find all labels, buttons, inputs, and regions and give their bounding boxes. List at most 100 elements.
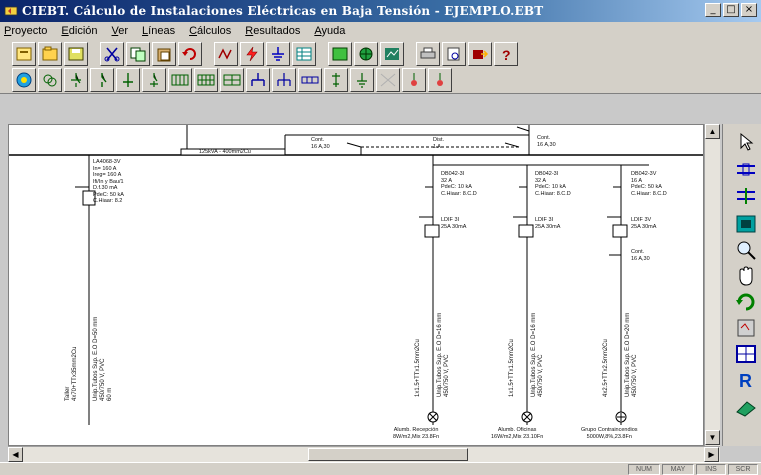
pan-icon[interactable]: [733, 264, 759, 288]
cont-label-1: Cont. 16 A,30: [311, 137, 330, 150]
menu-bar: Proyecto Edición Ver Líneas Cálculos Res…: [0, 22, 761, 40]
close-button[interactable]: ×: [741, 3, 757, 17]
globe-icon[interactable]: [354, 41, 378, 66]
grid-icon[interactable]: [733, 342, 759, 366]
eraser-icon[interactable]: [733, 396, 759, 420]
bus-icon[interactable]: [298, 68, 322, 92]
line-label-1: 1x1.5+TTx1.5mm2Cu: [415, 339, 421, 397]
r-icon[interactable]: R: [733, 368, 759, 392]
window-controls: _ □ ×: [705, 3, 757, 17]
undo-icon[interactable]: [178, 41, 202, 66]
fuse-icon[interactable]: [116, 68, 140, 92]
ground2-icon[interactable]: [350, 68, 374, 92]
bus-label: 125kVA - 400mm2Cu: [199, 149, 251, 155]
calc-icon[interactable]: [733, 316, 759, 340]
motor2-icon[interactable]: [272, 68, 296, 92]
lightning-icon[interactable]: [240, 41, 264, 66]
branch1-breaker-label: DB042-3I 32 A PdeC: 10 kA C.Hiaar: 8.C.D: [441, 171, 477, 197]
scroll-up-icon[interactable]: ▲: [705, 124, 720, 139]
main-breaker-label: LA4068-3V In= 160 A Ireg= 160 A Ifi/In y…: [93, 159, 124, 204]
panel3-icon[interactable]: [220, 68, 244, 92]
menu-lineas[interactable]: Líneas: [142, 25, 175, 37]
line-label-6: Unip.Tubos Sup. E.O D=20 mm 450/750 V, P…: [625, 312, 638, 397]
menu-proyecto[interactable]: Proyecto: [4, 25, 47, 37]
lamp2-icon[interactable]: [428, 68, 452, 92]
tool-palette: R: [722, 124, 761, 446]
branch1-diff-label: LDIF 3I 25A 30mA: [441, 217, 467, 230]
svg-text:?: ?: [502, 47, 511, 62]
grid-icon[interactable]: [328, 41, 352, 66]
load-1-label: Alumb. Recepción 8W/m2,Mix 23.8Fn: [393, 427, 440, 440]
connect-icon[interactable]: [733, 158, 759, 182]
open-icon[interactable]: [38, 41, 62, 66]
transformer-icon[interactable]: [38, 68, 62, 92]
branch3-cont-label: Cont. 16 A,30: [631, 249, 650, 262]
table-icon[interactable]: [292, 41, 316, 66]
disabled-icon[interactable]: [376, 68, 400, 92]
panel2-icon[interactable]: [194, 68, 218, 92]
motor-icon[interactable]: [246, 68, 270, 92]
cut-icon[interactable]: [100, 41, 124, 66]
line-label-4: Unip.Tubos Sup. E.O D=16 mm 450/750 V, P…: [531, 312, 544, 397]
menu-ayuda[interactable]: Ayuda: [314, 25, 345, 37]
branch2-breaker-label: DB042-3I 32 A PdeC: 10 kA C.Hiaar: 8.C.D: [535, 171, 571, 197]
paste-icon[interactable]: [152, 41, 176, 66]
scroll-down-icon[interactable]: ▼: [705, 430, 720, 445]
pointer-icon[interactable]: [733, 130, 759, 154]
menu-calculos[interactable]: Cálculos: [189, 25, 231, 37]
horizontal-scrollbar[interactable]: ◀ ▶: [8, 446, 720, 462]
status-may: MAY: [662, 464, 694, 475]
line-label-2: Unip.Tubos Sup. E.O D=16 mm 450/750 V, P…: [437, 312, 450, 397]
status-num: NUM: [628, 464, 660, 475]
connect2-icon[interactable]: [733, 184, 759, 208]
menu-ver[interactable]: Ver: [112, 25, 129, 37]
calc-icon[interactable]: [214, 41, 238, 66]
branch3-breaker-label: DB042-3V 16 A PdeC: 50 kA C.Hiaar: 8.C.D: [631, 171, 667, 197]
copy-icon[interactable]: [126, 41, 150, 66]
refresh-icon[interactable]: [733, 290, 759, 314]
maximize-button[interactable]: □: [723, 3, 739, 17]
help-icon[interactable]: ?: [494, 41, 518, 66]
dist-label: Dist. 1 A: [433, 137, 444, 150]
app-icon: [4, 4, 18, 18]
feeder-label-2: Unip.Tubos Sup. E.O D=50 mm 450/750 V, P…: [93, 316, 113, 401]
components-toolbar: [0, 67, 761, 94]
chart-icon[interactable]: [380, 41, 404, 66]
switch-icon[interactable]: [64, 68, 88, 92]
window-title: CIEBT. Cálculo de Instalaciones Eléctric…: [22, 4, 544, 18]
ground-icon[interactable]: [266, 41, 290, 66]
panel-icon[interactable]: [168, 68, 192, 92]
cont-label-2: Cont. 16 A,30: [537, 135, 556, 148]
breaker-icon[interactable]: [90, 68, 114, 92]
component-icon[interactable]: [733, 212, 759, 236]
save-icon[interactable]: [64, 41, 88, 66]
minimize-button[interactable]: _: [705, 3, 721, 17]
diagram-canvas[interactable]: 125kVA - 400mm2Cu Cont. 16 A,30 Cont. 16…: [8, 124, 704, 446]
scroll-right-icon[interactable]: ▶: [704, 447, 719, 462]
vertical-scrollbar[interactable]: ▲ ▼: [704, 124, 720, 446]
export-icon[interactable]: [468, 41, 492, 66]
horizontal-scroll-thumb[interactable]: [308, 448, 468, 461]
branch2-diff-label: LDIF 3I 25A 30mA: [535, 217, 561, 230]
status-bar: NUM MAY INS SCR: [0, 462, 761, 475]
status-scr: SCR: [728, 464, 758, 475]
new-doc-icon[interactable]: [12, 41, 36, 66]
line-label-3: 1x1.5+TTx1.5mm2Cu: [509, 339, 515, 397]
zoom-icon[interactable]: [733, 238, 759, 262]
title-bar: CIEBT. Cálculo de Instalaciones Eléctric…: [0, 0, 761, 22]
preview-icon[interactable]: [442, 41, 466, 66]
branch3-diff-label: LDIF 3V 25A 30mA: [631, 217, 657, 230]
feeder-label-1: Taller 4x70+TTx35mm2Cu: [65, 346, 78, 401]
scroll-left-icon[interactable]: ◀: [8, 447, 23, 462]
menu-edicion[interactable]: Edición: [61, 25, 97, 37]
status-ins: INS: [696, 464, 726, 475]
lamp-icon[interactable]: [402, 68, 426, 92]
main-toolbar: ?: [0, 40, 761, 67]
load-2-label: Alumb. Oficinas 16W/m2,Mix 23.10Fn: [491, 427, 544, 440]
line-icon[interactable]: [324, 68, 348, 92]
print-icon[interactable]: [416, 41, 440, 66]
diff-icon[interactable]: [142, 68, 166, 92]
supply-icon[interactable]: [12, 68, 36, 92]
line-label-5: 4x2.5+TTx2.5mm2Cu: [603, 339, 609, 397]
menu-resultados[interactable]: Resultados: [245, 25, 300, 37]
